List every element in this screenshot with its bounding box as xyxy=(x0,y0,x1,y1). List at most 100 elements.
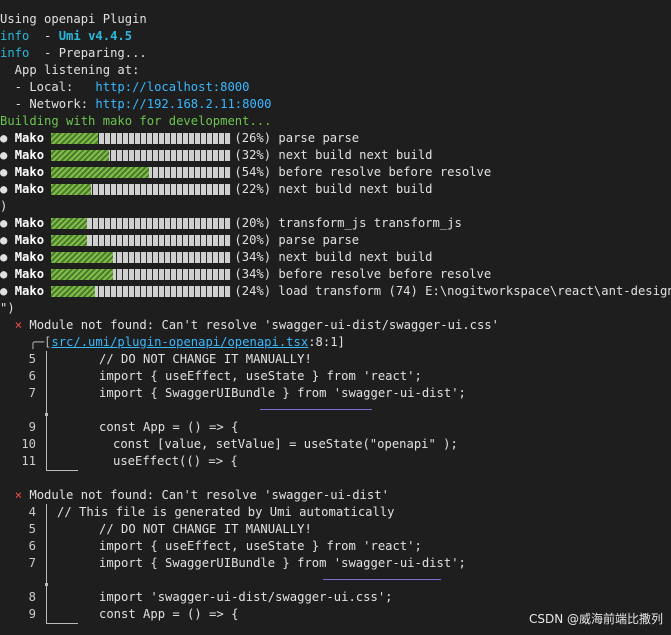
terminal-line: ") xyxy=(0,301,15,315)
terminal-line: Using openapi Plugin xyxy=(0,12,147,26)
line-number: 6 xyxy=(28,539,36,553)
code-text: const [value, setValue] = useState("open… xyxy=(113,437,458,451)
progress-group: ● Mako (20%) transform_js transform_js ● … xyxy=(0,215,671,300)
code-text: // DO NOT CHANGE IT MANUALLY! xyxy=(99,522,312,536)
progress-bar xyxy=(51,286,232,297)
progress-task: next build next build xyxy=(278,250,433,264)
terminal-line: Building with mako for development... xyxy=(0,114,272,128)
progress-task: next build next build xyxy=(278,182,433,196)
bullet-icon: ● xyxy=(0,148,15,162)
line-number: 4 xyxy=(28,505,36,519)
code-line: 5 // DO NOT CHANGE IT MANUALLY! xyxy=(0,351,671,368)
progress-percent: (34%) xyxy=(234,250,272,264)
code-frame: 5 // DO NOT CHANGE IT MANUALLY! 6 import { … xyxy=(0,351,671,471)
line-number: 8 xyxy=(28,590,36,604)
progress-bar xyxy=(51,218,232,229)
code-text: import { SwaggerUIBundle } from 'swagger… xyxy=(99,386,466,400)
progress-bar xyxy=(51,150,232,161)
code-text: import 'swagger-ui-dist/swagger-ui.css'; xyxy=(99,590,393,604)
bullet-icon: ● xyxy=(0,284,15,298)
line-number: 9 xyxy=(28,420,36,434)
code-line: 6 import { useEffect, useState } from 're… xyxy=(0,538,671,555)
progress-line: ● Mako (24%) load transform (74) E:\nogi… xyxy=(0,283,671,300)
progress-label: Mako xyxy=(14,250,45,264)
terminal-line: - Local: http://localhost:8000 xyxy=(0,80,250,94)
terminal-line: info - Umi v4.4.5 xyxy=(0,29,133,43)
progress-line: ● Mako (26%) parse parse xyxy=(0,130,671,147)
progress-bar xyxy=(51,133,232,144)
code-line: 10 const [value, setValue] = useState("op… xyxy=(0,436,671,453)
line-number: 10 xyxy=(21,437,36,451)
local-url-link[interactable]: http://localhost:8000 xyxy=(95,80,249,94)
progress-percent: (24%) xyxy=(234,284,272,298)
progress-task: next build next build xyxy=(278,148,433,162)
code-line: 7 import { SwaggerUIBundle } from 'swagge… xyxy=(0,555,671,572)
line-number: 6 xyxy=(28,369,36,383)
progress-bar xyxy=(51,269,232,280)
code-line: 5 // DO NOT CHANGE IT MANUALLY! xyxy=(0,521,671,538)
progress-line: ● Mako (20%) transform_js transform_js xyxy=(0,215,671,232)
progress-percent: (22%) xyxy=(234,182,272,196)
code-line: 6 import { useEffect, useState } from 're… xyxy=(0,368,671,385)
code-line: 11 useEffect(() => { xyxy=(0,453,671,470)
progress-line: ● Mako (32%) next build next build xyxy=(0,147,671,164)
code-frame: 4 // This file is generated by Umi automa… xyxy=(0,504,671,624)
progress-bar xyxy=(51,167,232,178)
progress-label: Mako xyxy=(14,284,45,298)
progress-line: ● Mako (34%) before resolve before resol… xyxy=(0,266,671,283)
progress-label: Mako xyxy=(14,148,45,162)
progress-line: ● Mako (34%) next build next build xyxy=(0,249,671,266)
progress-percent: (20%) xyxy=(234,233,272,247)
progress-task: parse parse xyxy=(278,233,360,247)
code-text: // DO NOT CHANGE IT MANUALLY! xyxy=(99,352,312,366)
code-text: useEffect(() => { xyxy=(113,454,238,468)
network-url-link[interactable]: http://192.168.2.11:8000 xyxy=(95,97,271,111)
progress-task: load transform (74) E:\nogitworkspace\re… xyxy=(278,284,671,298)
line-number: 9 xyxy=(28,607,36,621)
code-line: 7 import { SwaggerUIBundle } from 'swagge… xyxy=(0,385,671,402)
progress-task: parse parse xyxy=(278,131,360,145)
watermark: CSDN @威海前端比撒列 xyxy=(528,612,663,626)
bullet-icon: ● xyxy=(0,233,15,247)
line-number: 5 xyxy=(28,352,36,366)
progress-line: ● Mako (20%) parse parse xyxy=(0,232,671,249)
progress-bar xyxy=(51,252,232,263)
terminal-line: App listening at: xyxy=(0,63,140,77)
bullet-icon: ● xyxy=(0,216,15,230)
code-text: import { SwaggerUIBundle } from 'swagger… xyxy=(99,556,466,570)
progress-bar xyxy=(51,235,232,246)
error-file-link[interactable]: src/.umi/plugin-openapi/openapi.tsx xyxy=(51,335,308,349)
code-text: // This file is generated by Umi automat… xyxy=(57,505,395,519)
progress-percent: (26%) xyxy=(234,131,272,145)
line-number: 7 xyxy=(28,556,36,570)
progress-label: Mako xyxy=(14,182,45,196)
code-line: 8 import 'swagger-ui-dist/swagger-ui.css'… xyxy=(0,589,671,606)
error-mark: × xyxy=(14,488,23,502)
bullet-icon: ● xyxy=(0,131,15,145)
error-line: × Module not found: Can't resolve 'swagg… xyxy=(14,488,389,502)
bullet-icon: ● xyxy=(0,182,15,196)
code-text: const App = () => { xyxy=(99,607,239,621)
progress-label: Mako xyxy=(14,131,45,145)
bullet-icon: ● xyxy=(0,267,15,281)
progress-task: before resolve before resolve xyxy=(278,267,492,281)
progress-line: ● Mako (22%) next build next build xyxy=(0,181,671,198)
progress-percent: (34%) xyxy=(234,267,272,281)
code-text: const App = () => { xyxy=(99,420,239,434)
error-mark: × xyxy=(14,318,23,332)
progress-label: Mako xyxy=(14,233,45,247)
code-line: 9 const App = () => { xyxy=(0,419,671,436)
code-text: import { useEffect, useState } from 'rea… xyxy=(99,369,422,383)
terminal-line: ) xyxy=(0,199,8,213)
progress-label: Mako xyxy=(14,267,45,281)
bullet-icon: ● xyxy=(0,165,15,179)
progress-percent: (20%) xyxy=(234,216,272,230)
line-number: 5 xyxy=(28,522,36,536)
code-line: 4 // This file is generated by Umi automa… xyxy=(0,504,671,521)
error-line: × Module not found: Can't resolve 'swagg… xyxy=(14,318,499,332)
progress-label: Mako xyxy=(14,165,45,179)
line-number: 7 xyxy=(28,386,36,400)
progress-group: ● Mako (26%) parse parse ● Mako (32%) nex… xyxy=(0,130,671,198)
